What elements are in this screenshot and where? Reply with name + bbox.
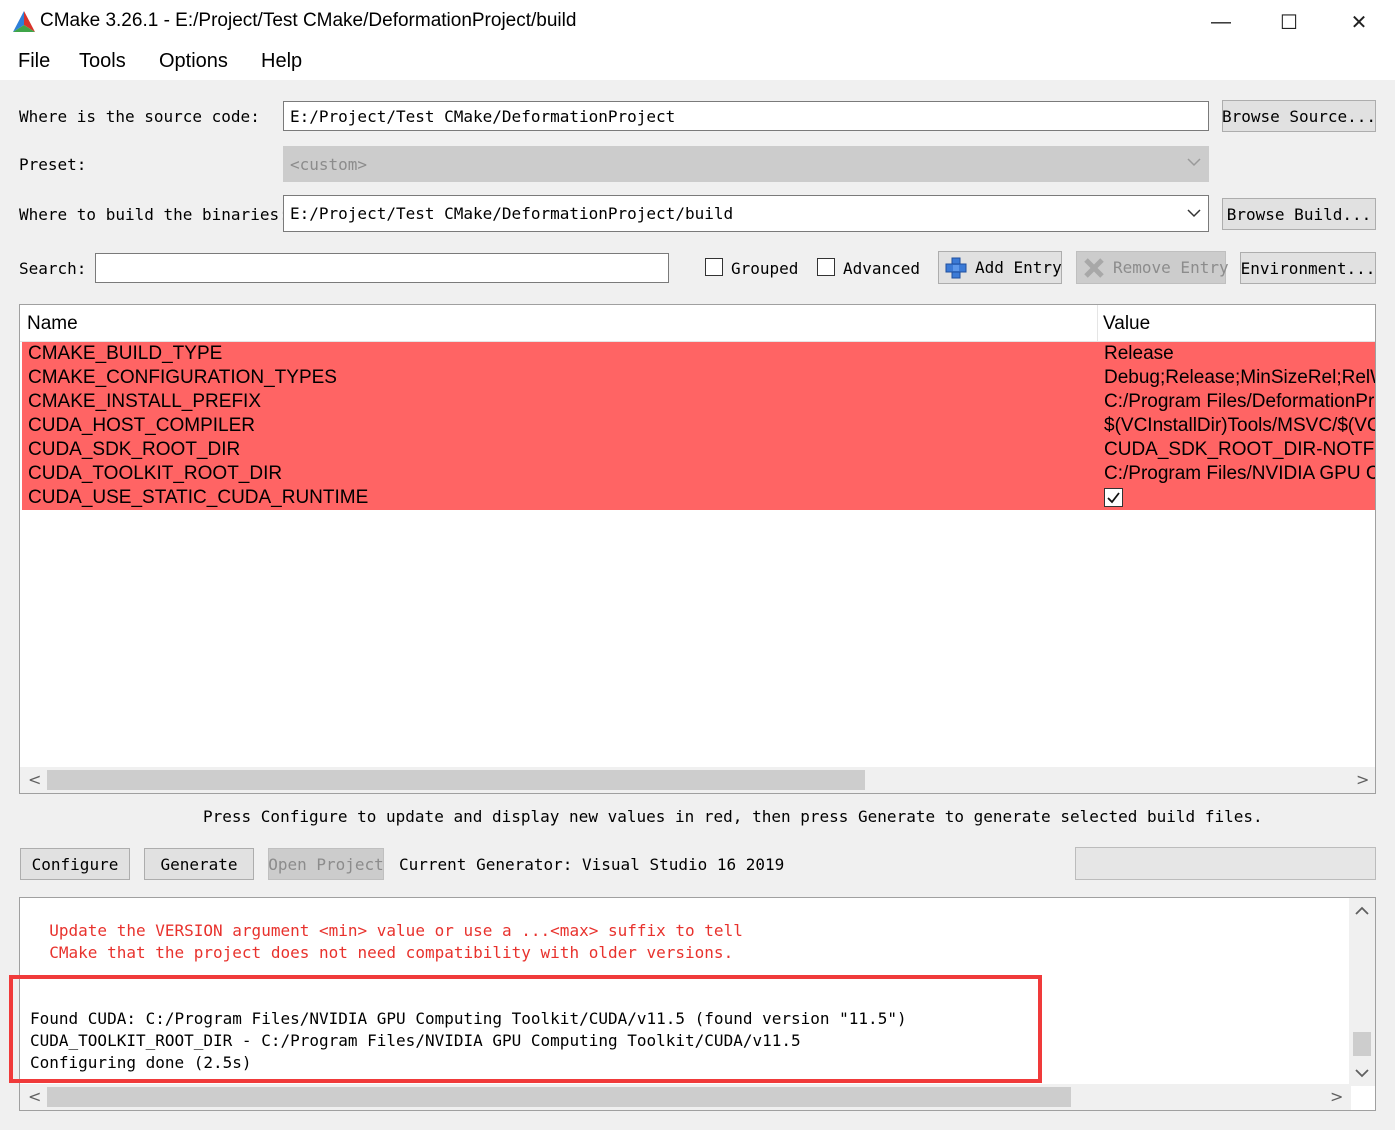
- menu-tools[interactable]: Tools: [79, 50, 126, 73]
- warning-line: Update the VERSION argument <min> value …: [30, 921, 743, 940]
- entry-value[interactable]: CUDA_SDK_ROOT_DIR-NOTFOU: [1104, 439, 1375, 461]
- build-label: Where to build the binaries:: [19, 205, 289, 224]
- maximize-icon: ☐: [1280, 11, 1298, 34]
- open-project-button[interactable]: Open Project: [268, 848, 384, 880]
- entry-name: CUDA_USE_STATIC_CUDA_RUNTIME: [28, 487, 369, 508]
- table-row[interactable]: CMAKE_INSTALL_PREFIX C:/Program Files/Def…: [22, 390, 1375, 414]
- entry-value[interactable]: $(VCInstallDir)Tools/MSVC/$(VC: [1104, 415, 1375, 437]
- source-path-input[interactable]: E:/Project/Test CMake/DeformationProject: [283, 101, 1209, 131]
- configure-button[interactable]: Configure: [20, 848, 130, 880]
- scroll-left-icon[interactable]: <: [28, 1087, 41, 1106]
- entry-value[interactable]: Release: [1104, 343, 1174, 365]
- warning-line: CMake that the project does not need com…: [30, 943, 734, 962]
- table-horizontal-scrollbar[interactable]: < >: [20, 767, 1375, 793]
- close-button[interactable]: ✕: [1336, 6, 1382, 38]
- highlight-annotation-box: [9, 975, 1042, 1083]
- add-entry-button[interactable]: Add Entry: [938, 251, 1062, 284]
- chevron-down-icon[interactable]: [1186, 203, 1202, 223]
- table-header: Name Value: [20, 305, 1375, 342]
- entry-value-checkbox[interactable]: [1104, 488, 1123, 507]
- chevron-down-icon: [1186, 152, 1202, 172]
- scroll-right-icon[interactable]: >: [1330, 1087, 1343, 1106]
- menu-file[interactable]: File: [18, 50, 50, 73]
- cmake-logo-icon: [12, 10, 36, 34]
- table-row[interactable]: CUDA_SDK_ROOT_DIR CUDA_SDK_ROOT_DIR-NOTFO…: [22, 438, 1375, 462]
- menu-help[interactable]: Help: [261, 50, 302, 73]
- header-value[interactable]: Value: [1103, 313, 1150, 335]
- output-horizontal-scrollbar[interactable]: < >: [20, 1084, 1351, 1110]
- preset-label: Preset:: [19, 155, 87, 174]
- build-path-combobox[interactable]: E:/Project/Test CMake/DeformationProject…: [283, 195, 1209, 232]
- table-row[interactable]: CUDA_TOOLKIT_ROOT_DIR C:/Program Files/NV…: [22, 462, 1375, 486]
- progress-bar: [1075, 847, 1376, 880]
- output-vertical-scrollbar[interactable]: [1349, 898, 1375, 1086]
- scroll-up-icon[interactable]: [1355, 902, 1369, 921]
- entry-name: CMAKE_BUILD_TYPE: [28, 343, 223, 364]
- remove-icon: [1083, 257, 1105, 279]
- cache-table[interactable]: Name Value CMAKE_BUILD_TYPE Release CMAKE_…: [19, 304, 1376, 794]
- header-name[interactable]: Name: [27, 313, 78, 335]
- remove-entry-label: Remove Entry: [1113, 258, 1229, 277]
- preset-value: <custom>: [290, 155, 368, 174]
- grouped-label: Grouped: [731, 259, 799, 278]
- table-row[interactable]: CMAKE_CONFIGURATION_TYPES Debug;Release;M…: [22, 366, 1375, 390]
- column-divider[interactable]: [1097, 305, 1098, 341]
- source-label: Where is the source code:: [19, 107, 260, 126]
- scroll-down-icon[interactable]: [1355, 1064, 1369, 1083]
- generate-button[interactable]: Generate: [144, 848, 254, 880]
- close-icon: ✕: [1350, 11, 1368, 34]
- grouped-checkbox[interactable]: [705, 258, 723, 276]
- table-row[interactable]: CUDA_USE_STATIC_CUDA_RUNTIME: [22, 486, 1375, 510]
- current-generator-text: Current Generator: Visual Studio 16 2019: [399, 855, 785, 874]
- preset-select[interactable]: <custom>: [283, 146, 1209, 182]
- minimize-icon: —: [1211, 10, 1231, 33]
- search-label: Search:: [19, 259, 87, 278]
- search-input[interactable]: [95, 253, 669, 283]
- table-row[interactable]: CUDA_HOST_COMPILER $(VCInstallDir)Tools/M…: [22, 414, 1375, 438]
- entry-name: CMAKE_INSTALL_PREFIX: [28, 391, 262, 412]
- minimize-button[interactable]: —: [1198, 6, 1244, 38]
- entry-name: CMAKE_CONFIGURATION_TYPES: [28, 367, 337, 388]
- scroll-left-icon[interactable]: <: [28, 770, 41, 789]
- scroll-thumb[interactable]: [47, 770, 865, 790]
- window-title: CMake 3.26.1 - E:/Project/Test CMake/Def…: [40, 10, 577, 31]
- scroll-thumb[interactable]: [1353, 1032, 1371, 1056]
- checkmark-icon: [1107, 492, 1120, 504]
- add-entry-label: Add Entry: [975, 258, 1062, 277]
- browse-build-button[interactable]: Browse Build...: [1222, 198, 1376, 230]
- browse-source-button[interactable]: Browse Source...: [1222, 100, 1376, 132]
- environment-button[interactable]: Environment...: [1240, 252, 1376, 284]
- table-row[interactable]: CMAKE_BUILD_TYPE Release: [22, 342, 1375, 366]
- entry-name: CUDA_SDK_ROOT_DIR: [28, 439, 241, 460]
- hint-text: Press Configure to update and display ne…: [203, 807, 1263, 826]
- maximize-button[interactable]: ☐: [1266, 6, 1312, 38]
- menu-options[interactable]: Options: [159, 50, 228, 73]
- entry-name: CUDA_TOOLKIT_ROOT_DIR: [28, 463, 283, 484]
- scroll-right-icon[interactable]: >: [1356, 770, 1369, 789]
- build-path-value: E:/Project/Test CMake/DeformationProject…: [290, 204, 734, 223]
- advanced-label: Advanced: [843, 259, 921, 278]
- entry-value[interactable]: Debug;Release;MinSizeRel;RelW: [1104, 367, 1375, 389]
- entry-value[interactable]: C:/Program Files/NVIDIA GPU C: [1104, 463, 1375, 485]
- remove-entry-button[interactable]: Remove Entry: [1076, 251, 1229, 284]
- plus-icon: [945, 257, 967, 279]
- entry-value[interactable]: C:/Program Files/DeformationPr: [1104, 391, 1374, 413]
- scroll-thumb[interactable]: [47, 1087, 1071, 1107]
- entry-name: CUDA_HOST_COMPILER: [28, 415, 255, 436]
- advanced-checkbox[interactable]: [817, 258, 835, 276]
